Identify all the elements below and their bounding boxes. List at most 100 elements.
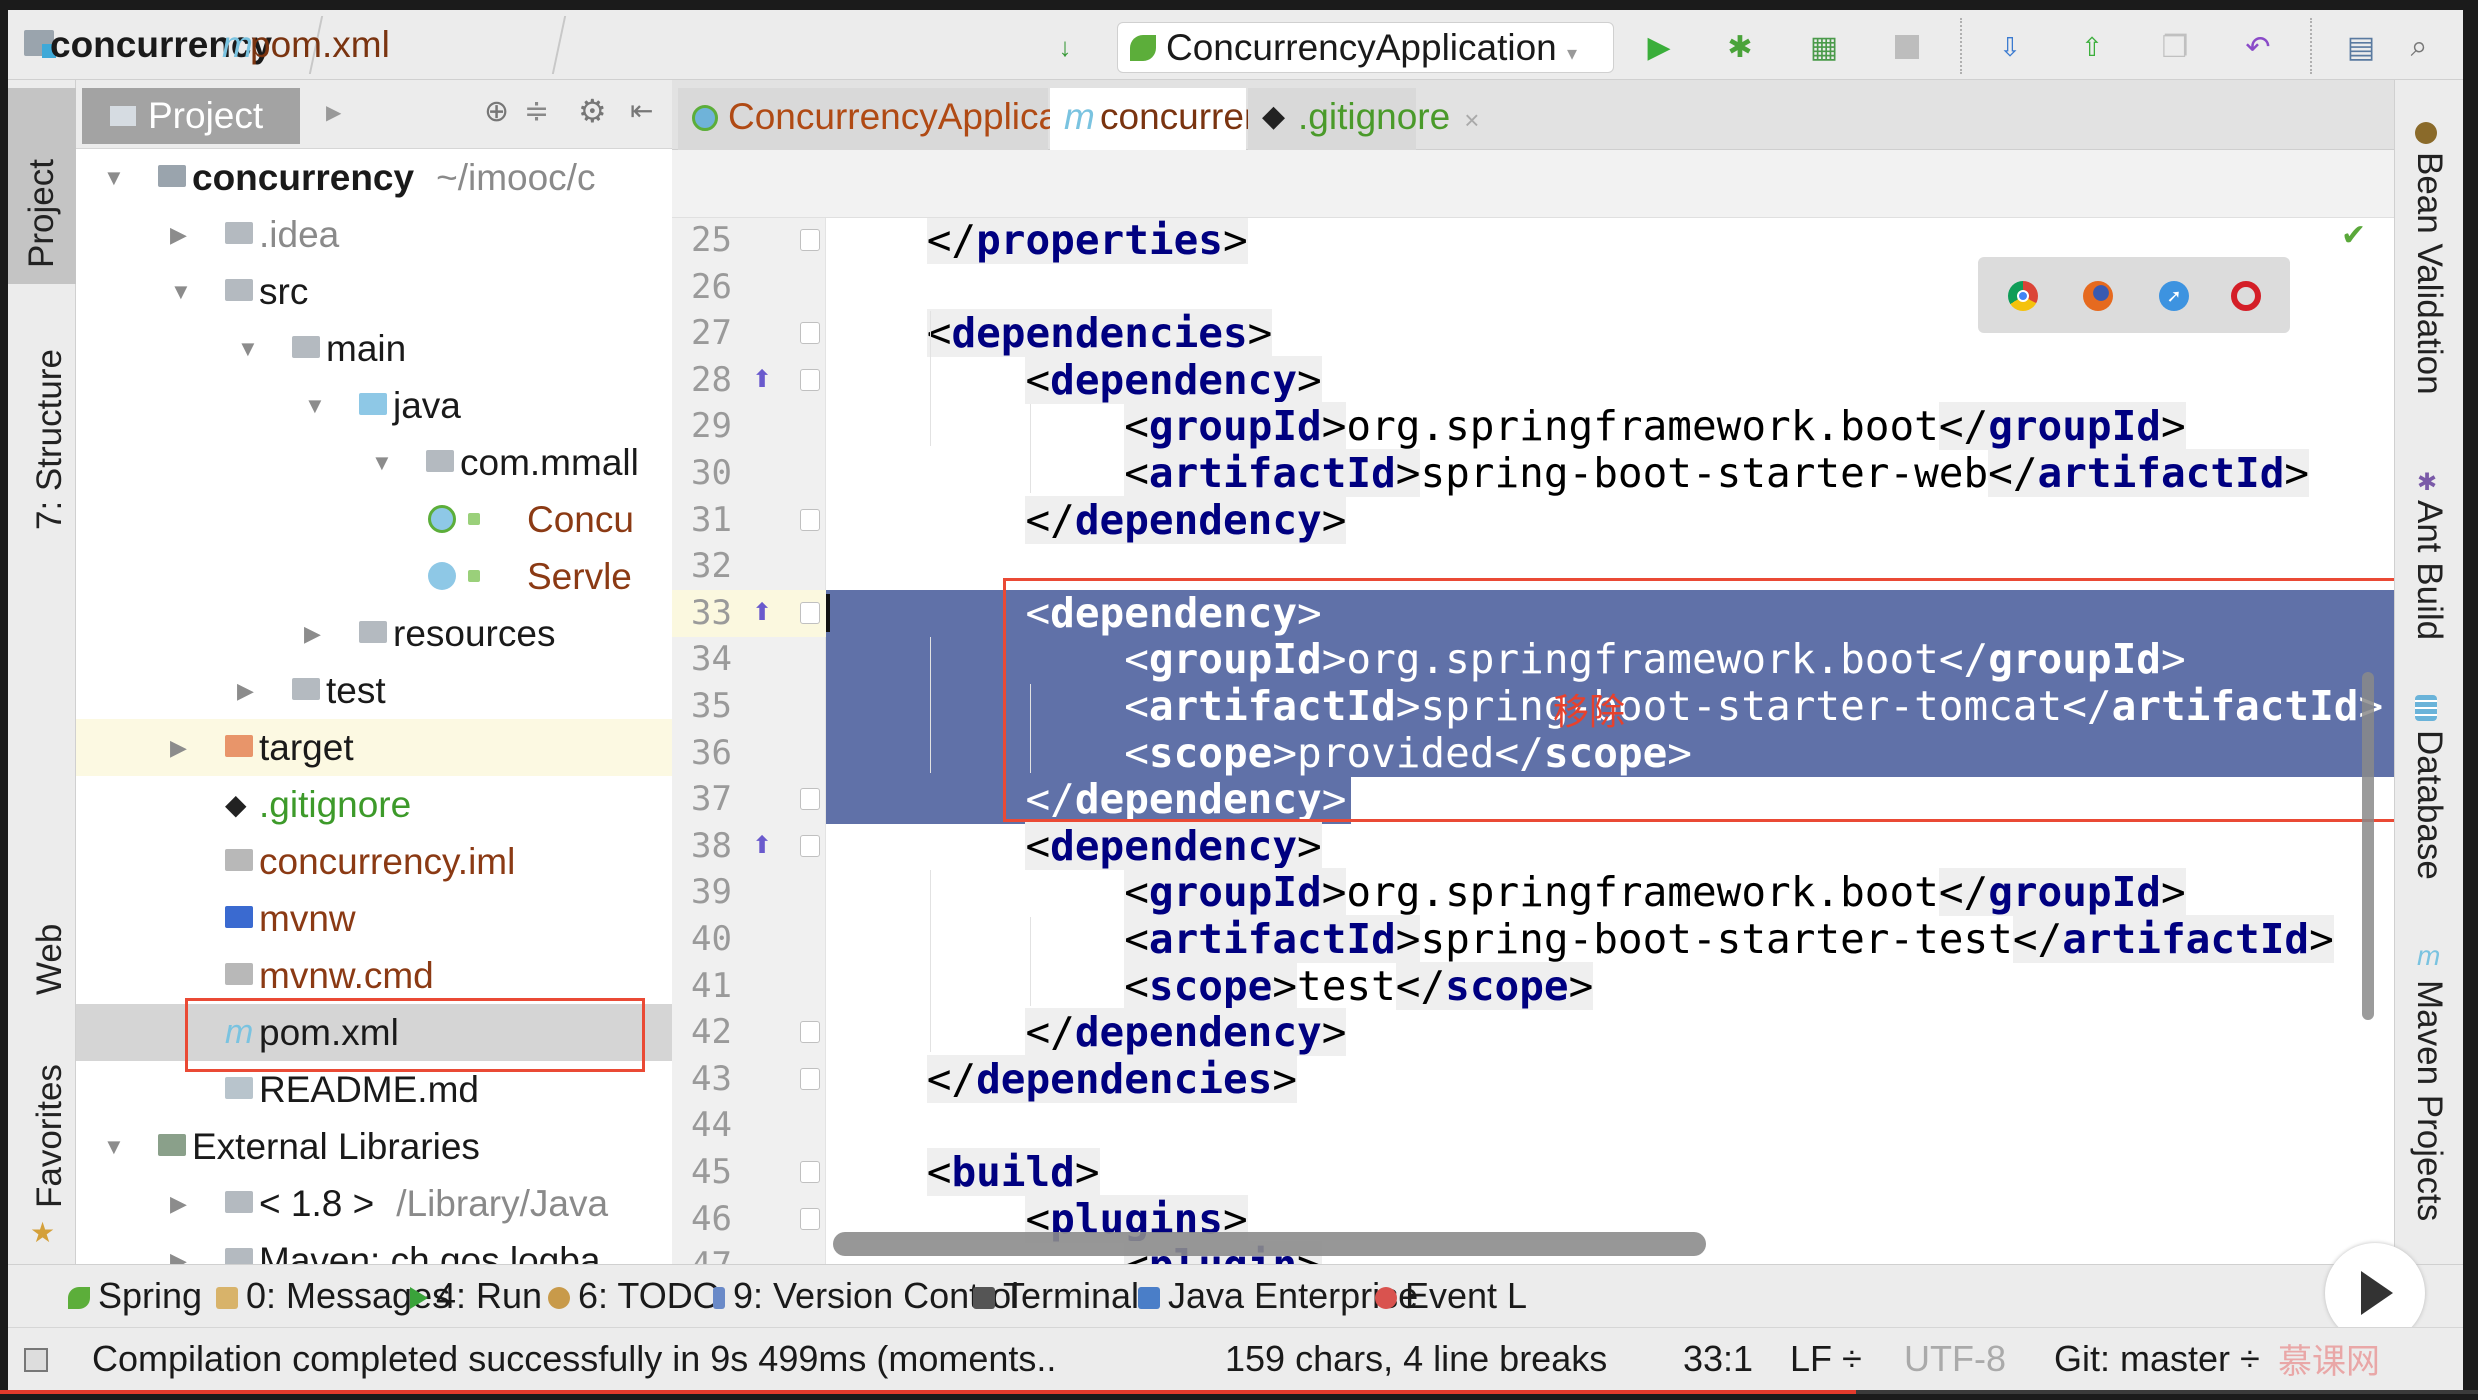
fold-marker-icon[interactable] (800, 1161, 820, 1183)
vcs-branch[interactable]: Git: master ÷ (2054, 1336, 2260, 1382)
vcs-commit-icon[interactable]: ⇧ (2075, 30, 2109, 64)
horizontal-scrollbar[interactable] (833, 1232, 1706, 1256)
project-view-label: Project (148, 95, 264, 136)
expand-arrow-icon[interactable]: ▼ (103, 149, 125, 206)
vcs-update-icon[interactable]: ⇩ (1993, 30, 2027, 64)
collapse-arrow-icon[interactable]: ▶ (170, 206, 187, 263)
search-icon[interactable]: ⌕ (2402, 30, 2436, 64)
tool-maven-projects[interactable]: Maven Projects (2409, 980, 2449, 1221)
file-encoding[interactable]: UTF-8 (1904, 1336, 2006, 1382)
tool-todo[interactable]: 6: TODO (548, 1273, 721, 1319)
close-icon[interactable]: × (1464, 105, 1479, 135)
tool-project[interactable]: Project (8, 88, 76, 284)
collapse-arrow-icon[interactable]: ▶ (170, 1175, 187, 1232)
line-separator[interactable]: LF ÷ (1790, 1336, 1862, 1382)
tool-spring[interactable]: Spring (68, 1273, 202, 1319)
tool-bean-validation[interactable]: Bean Validation (2409, 152, 2449, 395)
debug-icon[interactable]: ✱ (1723, 30, 1757, 64)
sort-icon[interactable]: ↓ (1048, 30, 1082, 64)
tool-structure[interactable]: 7: Structure (30, 349, 70, 530)
implemented-override-icon[interactable]: ⬆ (752, 831, 772, 860)
tree-item-resources[interactable]: ▶ resources (76, 605, 672, 662)
run-configuration-select[interactable]: ConcurrencyApplication ▾ (1117, 22, 1614, 73)
vcs-history-icon[interactable]: ❐ (2158, 30, 2192, 64)
fold-marker-icon[interactable] (800, 1207, 820, 1230)
tree-item-maven-ch-qos-logba[interactable]: ▶ Maven: ch.qos.logba (76, 1232, 672, 1264)
breadcrumb-file[interactable]: pom.xml (250, 22, 390, 68)
caret-position[interactable]: 33:1 (1683, 1336, 1753, 1382)
fold-marker-icon[interactable] (800, 508, 820, 531)
tool-event-log[interactable]: Event L (1375, 1273, 1527, 1319)
collapse-arrow-icon[interactable]: ▶ (170, 1232, 187, 1264)
collapse-arrow-icon[interactable]: ▶ (237, 662, 254, 719)
tab-concurrency-pom[interactable]: m concurrency× (1050, 88, 1331, 150)
tree-item-com-mmall[interactable]: ▼ com.mmall (76, 434, 672, 491)
line-number: 38 (691, 825, 732, 866)
line-number: 25 (691, 220, 732, 260)
tool-favorites[interactable]: Favorites (30, 1064, 70, 1208)
tree-item-java[interactable]: ▼ java (76, 377, 672, 434)
tag-bracket: > (1568, 961, 1594, 1010)
fold-marker-icon[interactable] (800, 322, 820, 345)
tab-gitignore[interactable]: ◆ .gitignore × (1248, 88, 1479, 150)
chrome-icon[interactable] (2008, 281, 2038, 311)
expand-arrow-icon[interactable]: ▼ (103, 1118, 125, 1175)
firefox-icon[interactable] (2083, 281, 2113, 311)
tree-item-concurrency-iml[interactable]: concurrency.iml (76, 833, 672, 890)
tab-concurrency-application[interactable]: ConcurrencyApplication.java× (678, 88, 1226, 150)
tree-item-external-libraries[interactable]: ▼ External Libraries (76, 1118, 672, 1175)
hide-panel-icon[interactable]: ⇤ (630, 94, 653, 127)
project-structure-icon[interactable]: ▤ (2344, 30, 2378, 64)
project-view-selector[interactable]: Project (82, 88, 300, 144)
tree-item-test[interactable]: ▶ test (76, 662, 672, 719)
tool-run[interactable]: 4: Run (410, 1273, 542, 1319)
expand-arrow-icon[interactable]: ▼ (170, 263, 192, 320)
tree-item-readme-md[interactable]: README.md (76, 1061, 672, 1118)
tree-item-name: Concu (527, 499, 634, 540)
expand-arrow-icon[interactable]: ▼ (304, 377, 326, 434)
tree-item-mvnw[interactable]: mvnw (76, 890, 672, 947)
tree-item-servle[interactable]: Servle (76, 548, 672, 605)
tree-item-main[interactable]: ▼ main (76, 320, 672, 377)
video-progress-bar[interactable] (0, 1390, 2478, 1394)
fold-marker-icon[interactable] (800, 601, 820, 624)
tree-item-src[interactable]: ▼ src (76, 263, 672, 320)
fold-marker-icon[interactable] (800, 788, 820, 811)
implemented-override-icon[interactable]: ⬆ (752, 598, 772, 627)
locate-icon[interactable]: ⊕ (484, 94, 509, 129)
collapse-all-icon[interactable]: ≑ (524, 94, 549, 129)
stop-icon[interactable] (1890, 30, 1924, 64)
safari-icon[interactable]: ➚ (2159, 281, 2189, 311)
tree-item-concu[interactable]: Concu (76, 491, 672, 548)
vertical-scrollbar[interactable] (2362, 672, 2374, 1020)
tool-windows-toggle-icon[interactable] (24, 1348, 48, 1372)
status-message[interactable]: Compilation completed successfully in 9s… (92, 1336, 1056, 1382)
revert-icon[interactable]: ↶ (2241, 30, 2275, 64)
collapse-arrow-icon[interactable]: ▶ (304, 605, 321, 662)
code-editor[interactable]: </properties> <dependencies> <dependency… (826, 218, 2394, 1264)
run-icon[interactable]: ▶ (1642, 30, 1676, 64)
fold-marker-icon[interactable] (800, 1067, 820, 1090)
expand-arrow-icon[interactable]: ▼ (371, 434, 393, 491)
fold-marker-icon[interactable] (800, 229, 820, 251)
expand-arrow-icon[interactable]: ▼ (237, 320, 259, 377)
tree-item--1-8-[interactable]: ▶ < 1.8 > /Library/Java (76, 1175, 672, 1232)
tree-item-target[interactable]: ▶ target (76, 719, 672, 776)
fold-marker-icon[interactable] (800, 368, 820, 391)
tree-item-mvnw-cmd[interactable]: mvnw.cmd (76, 947, 672, 1004)
tool-ant-build[interactable]: Ant Build (2409, 500, 2449, 640)
tree-item--idea[interactable]: ▶ .idea (76, 206, 672, 263)
tool-database[interactable]: Database (2409, 730, 2449, 880)
gear-icon[interactable]: ⚙ (578, 92, 607, 130)
implemented-override-icon[interactable]: ⬆ (752, 365, 772, 394)
chevron-right-icon[interactable]: ▶ (326, 100, 341, 125)
collapse-arrow-icon[interactable]: ▶ (170, 719, 187, 776)
tool-terminal[interactable]: Terminal (973, 1273, 1139, 1319)
fold-marker-icon[interactable] (800, 834, 820, 857)
tool-web[interactable]: Web (30, 924, 70, 995)
tree-item-concurrency[interactable]: ▼ concurrency ~/imooc/c (76, 149, 672, 206)
tree-item--gitignore[interactable]: ◆ .gitignore (76, 776, 672, 833)
fold-marker-icon[interactable] (800, 1021, 820, 1044)
coverage-icon[interactable]: ▦ (1807, 30, 1841, 64)
opera-icon[interactable] (2231, 281, 2261, 311)
